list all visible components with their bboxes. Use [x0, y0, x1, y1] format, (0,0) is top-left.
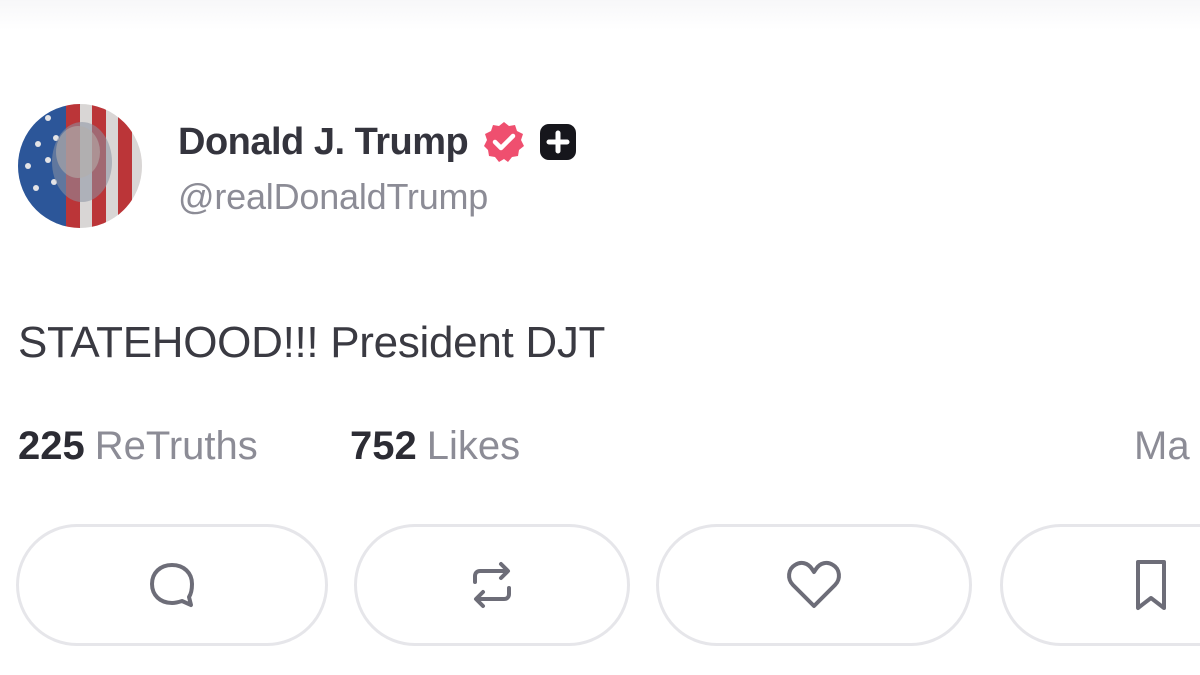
- retruths-stat[interactable]: 225 ReTruths: [18, 424, 258, 469]
- retruths-label: ReTruths: [94, 424, 258, 468]
- likes-count: 752: [350, 424, 417, 468]
- retruths-count: 225: [18, 424, 85, 468]
- bookmark-icon: [1136, 560, 1166, 610]
- heart-icon: [787, 560, 841, 608]
- verified-badge-icon: [482, 120, 526, 164]
- plus-badge-icon: [538, 122, 578, 162]
- comment-bubble-icon: [150, 563, 194, 607]
- name-row: Donald J. Trump: [178, 118, 578, 166]
- post-stats: 225 ReTruths 752 Likes Ma: [18, 424, 1200, 480]
- display-name[interactable]: Donald J. Trump: [178, 121, 469, 164]
- like-button[interactable]: [656, 524, 972, 646]
- author-handle[interactable]: @realDonaldTrump: [178, 176, 578, 218]
- flag-portrait-avatar-icon: [18, 104, 142, 228]
- repost-arrows-icon: [473, 562, 511, 608]
- post-text: STATEHOOD!!! President DJT: [18, 318, 606, 367]
- reply-button[interactable]: [16, 524, 328, 646]
- retruth-button[interactable]: [354, 524, 630, 646]
- page: Donald J. Trump @realDonaldTrump STATEHO…: [0, 0, 1200, 675]
- post-timestamp[interactable]: Ma: [1134, 424, 1190, 469]
- author-identity: Donald J. Trump @realDonaldTrump: [178, 118, 578, 218]
- likes-label: Likes: [426, 424, 521, 468]
- post-header: Donald J. Trump @realDonaldTrump: [18, 104, 1200, 228]
- action-bar: [16, 524, 1200, 654]
- post-card: Donald J. Trump @realDonaldTrump STATEHO…: [16, 104, 1200, 646]
- bookmark-button[interactable]: [1000, 524, 1200, 646]
- avatar[interactable]: [18, 104, 142, 228]
- likes-stat[interactable]: 752 Likes: [350, 424, 520, 469]
